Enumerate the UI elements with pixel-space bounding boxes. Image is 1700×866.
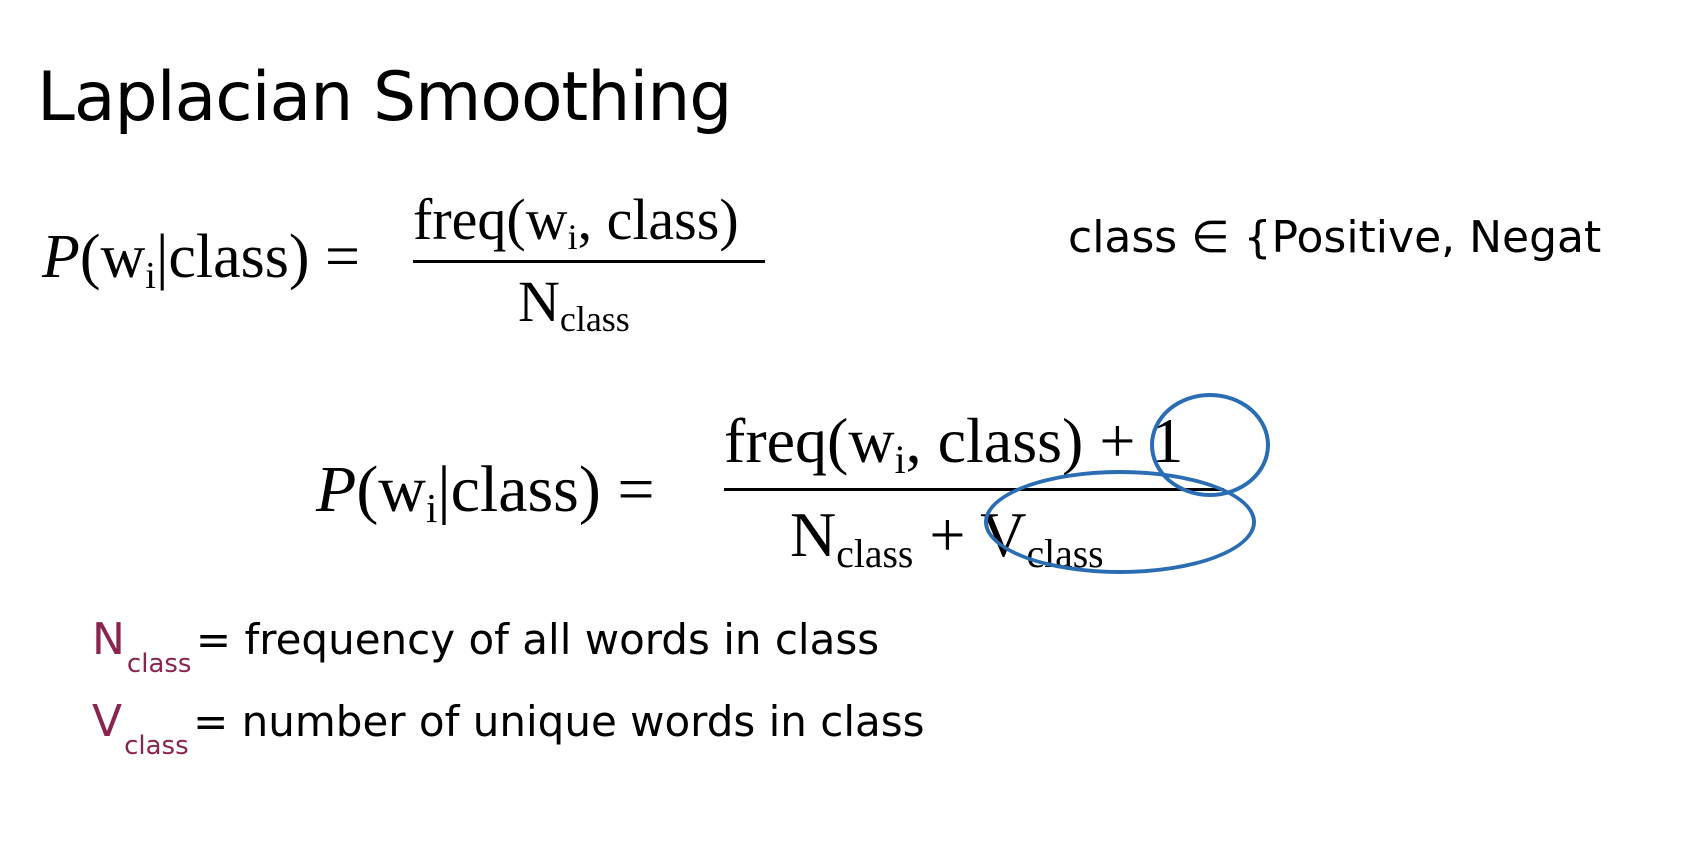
denominator-n-sub: class	[836, 532, 914, 577]
denominator-n: N	[790, 499, 837, 570]
formula-open: (w	[79, 223, 146, 291]
definition-n-class: Nclass = frequency of all words in class	[92, 614, 880, 679]
definition-text: = frequency of all words in class	[195, 615, 880, 664]
denominator-sub: class	[559, 299, 630, 340]
definition-v-class: Vclass = number of unique words in class	[92, 696, 925, 761]
definition-var: V	[92, 696, 123, 747]
definition-sub: class	[126, 649, 192, 679]
numerator-rest: , class)	[577, 187, 739, 252]
denominator-plus: +	[913, 499, 981, 570]
formula-p: P	[316, 453, 357, 526]
numerator-sub-i: i	[567, 217, 578, 258]
formula-lhs-2: P(wi|class) =	[316, 452, 655, 532]
definition-sub: class	[124, 731, 189, 761]
formula-rest: |class) =	[437, 453, 655, 526]
numerator-sub-i: i	[894, 438, 906, 483]
formula-sub-i: i	[145, 254, 156, 297]
numerator-main: freq(w	[413, 187, 568, 252]
formula-numerator-1: freq(wi, class)	[413, 186, 739, 257]
formula-open: (w	[356, 453, 426, 526]
numerator-rest: , class) + 1	[905, 405, 1184, 476]
definition-text: = number of unique words in class	[193, 697, 925, 746]
class-set: class ∈ {Positive, Negat	[1068, 212, 1602, 263]
denominator-main: N	[518, 269, 560, 334]
formula-p: P	[42, 223, 80, 291]
slide-title: Laplacian Smoothing	[37, 58, 732, 137]
formula-sub-i: i	[425, 486, 438, 532]
fraction-bar-1	[413, 260, 765, 263]
formula-lhs-1: P(wi|class) =	[42, 222, 361, 297]
annotation-circle-v-class	[984, 470, 1256, 574]
definition-var: N	[92, 614, 125, 665]
formula-rest: |class) =	[155, 223, 361, 291]
numerator-main: freq(w	[724, 405, 895, 476]
formula-denominator-1: Nclass	[518, 268, 630, 339]
formula-numerator-2: freq(wi, class) + 1	[724, 404, 1184, 482]
